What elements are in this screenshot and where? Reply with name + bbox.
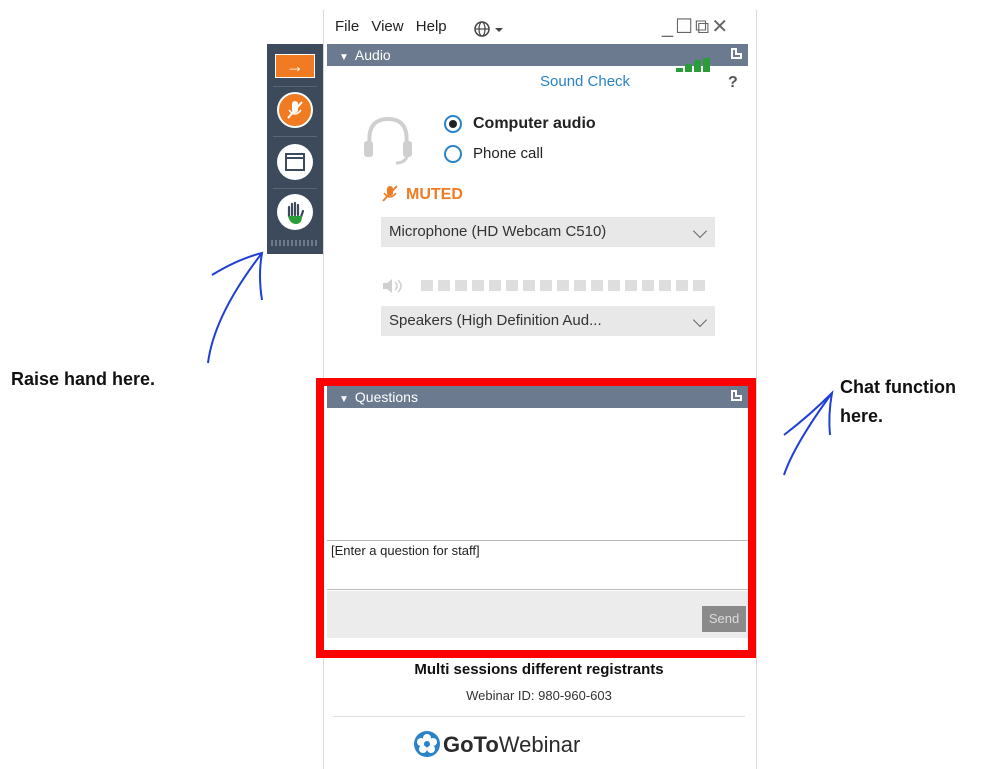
collapse-triangle-icon: ▼ bbox=[339, 52, 349, 63]
raise-hand-annotation: Raise hand here. bbox=[11, 369, 156, 389]
muted-mic-icon bbox=[382, 185, 398, 202]
muted-mic-icon[interactable] bbox=[277, 92, 313, 128]
brand-wordmark: GoToWebinar bbox=[443, 732, 580, 758]
arrow-right-icon[interactable]: → bbox=[275, 54, 315, 78]
hand-drawn-arrow-left bbox=[207, 251, 264, 364]
divider bbox=[333, 716, 745, 717]
microphone-select-value: Microphone (HD Webcam C510) bbox=[389, 223, 607, 240]
sound-check-link[interactable]: Sound Check bbox=[540, 73, 630, 90]
audio-header[interactable]: ▼ Audio bbox=[327, 44, 748, 66]
chevron-down-icon bbox=[692, 312, 708, 328]
toolbar-divider bbox=[273, 136, 317, 137]
speakers-select-value: Speakers (High Definition Aud... bbox=[389, 312, 602, 329]
gotowebinar-logo-icon bbox=[414, 731, 440, 757]
globe-icon[interactable] bbox=[473, 20, 507, 38]
phone-call-label[interactable]: Phone call bbox=[473, 145, 543, 162]
audio-header-label: Audio bbox=[354, 47, 391, 63]
highlight-frame bbox=[316, 378, 756, 658]
speaker-icon bbox=[383, 279, 402, 293]
hand-drawn-arrow-right bbox=[783, 390, 834, 476]
raise-hand-icon[interactable] bbox=[277, 194, 313, 230]
headset-icon bbox=[364, 116, 412, 165]
help-icon[interactable]: ? bbox=[728, 74, 738, 92]
menu-help[interactable]: Help bbox=[416, 18, 447, 35]
computer-audio-label[interactable]: Computer audio bbox=[473, 115, 596, 133]
side-toolbar: → bbox=[267, 44, 323, 254]
phone-call-radio[interactable] bbox=[444, 145, 462, 163]
session-title: Multi sessions different registrants bbox=[414, 661, 664, 678]
brand-goto: GoTo bbox=[443, 732, 499, 757]
speakers-select[interactable]: Speakers (High Definition Aud... bbox=[381, 306, 715, 336]
menu-file[interactable]: File bbox=[335, 18, 359, 35]
webinar-id: Webinar ID: 980-960-603 bbox=[466, 688, 612, 703]
chat-annotation-line2: here. bbox=[840, 406, 884, 426]
chat-annotation-line1: Chat function bbox=[840, 377, 956, 397]
popout-icon[interactable] bbox=[731, 48, 742, 59]
window-controls[interactable]: _☐⧉✕ bbox=[662, 14, 730, 39]
mic-status: MUTED bbox=[406, 186, 463, 203]
brand-webinar: Webinar bbox=[498, 732, 581, 757]
chevron-down-icon bbox=[692, 223, 708, 239]
toolbar-divider bbox=[273, 86, 317, 87]
window-icon[interactable] bbox=[277, 144, 313, 180]
toolbar-divider bbox=[273, 188, 317, 189]
microphone-select[interactable]: Microphone (HD Webcam C510) bbox=[381, 217, 715, 247]
computer-audio-radio[interactable] bbox=[444, 115, 462, 133]
menu-view[interactable]: View bbox=[371, 18, 403, 35]
menu-bar: File View Help bbox=[335, 18, 455, 35]
